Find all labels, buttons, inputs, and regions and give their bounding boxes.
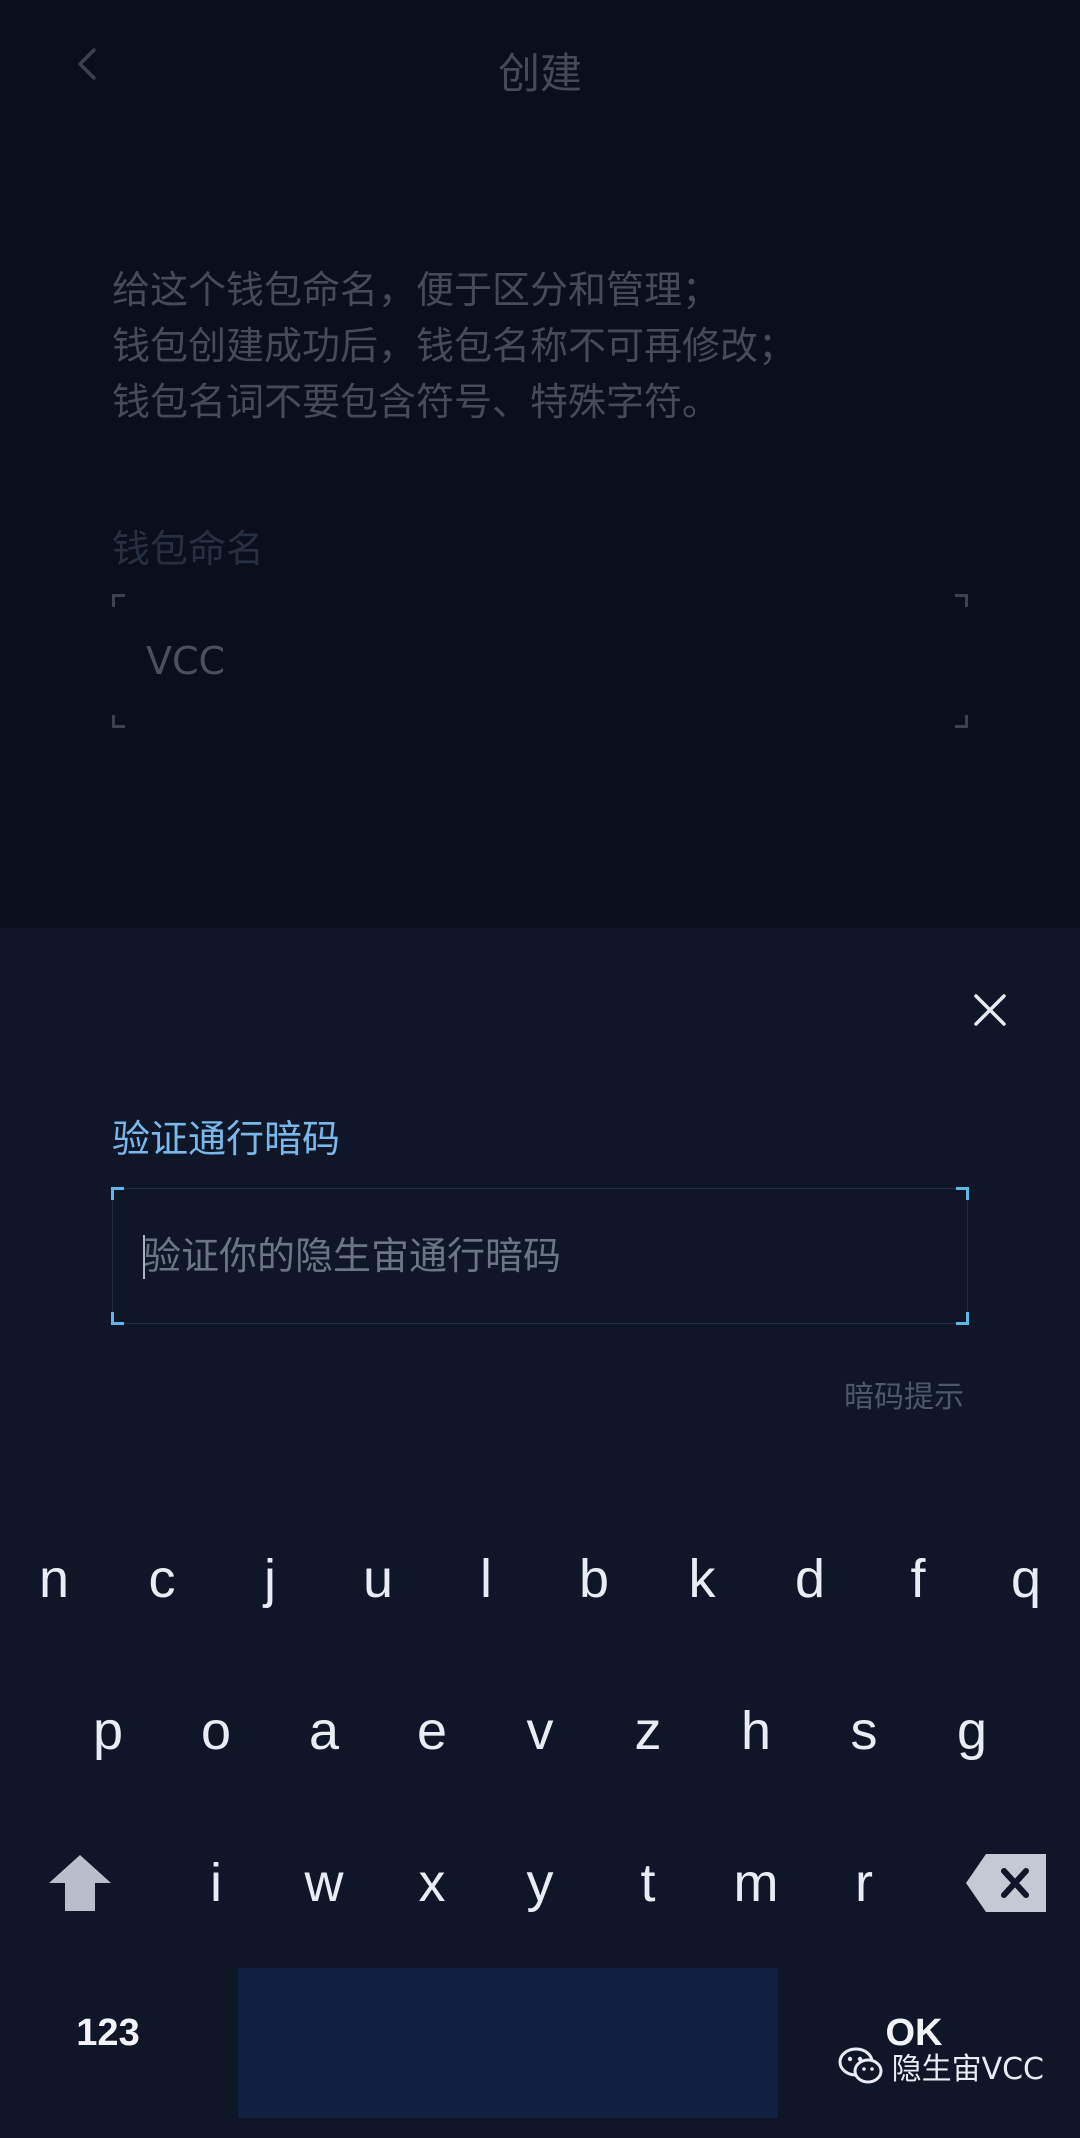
key[interactable]: r	[814, 1828, 914, 1938]
close-icon	[974, 994, 1006, 1026]
verify-passcode-sheet: 验证通行暗码 暗码提示 n c j u l b k d f q p o a e …	[0, 928, 1080, 2138]
key[interactable]: z	[598, 1676, 698, 1786]
field-corner	[956, 1312, 969, 1325]
key[interactable]: d	[760, 1524, 860, 1634]
passcode-hint-link[interactable]: 暗码提示	[844, 1372, 964, 1416]
passcode-input[interactable]	[143, 1189, 933, 1323]
key[interactable]: x	[382, 1828, 482, 1938]
key[interactable]: t	[598, 1828, 698, 1938]
field-corner	[111, 1312, 124, 1325]
key[interactable]: j	[220, 1524, 320, 1634]
keyboard-row-2: p o a e v z h s g	[0, 1676, 1080, 1786]
key[interactable]: b	[544, 1524, 644, 1634]
keyboard-row-1: n c j u l b k d f q	[0, 1524, 1080, 1634]
key[interactable]: u	[328, 1524, 428, 1634]
key[interactable]: f	[868, 1524, 968, 1634]
wallet-name-field[interactable]: VCC	[112, 594, 968, 728]
instruction-line: 钱包创建成功后，钱包名称不可再修改；	[112, 324, 797, 368]
backspace-icon	[966, 1854, 1046, 1912]
key[interactable]: h	[706, 1676, 806, 1786]
keyboard-row-3: i w x y t m r	[0, 1828, 1080, 1938]
close-button[interactable]	[960, 980, 1020, 1040]
text-cursor	[143, 1235, 145, 1279]
space-key[interactable]	[238, 1968, 778, 2118]
wechat-icon	[838, 2047, 883, 2084]
instruction-line: 钱包名词不要包含符号、特殊字符。	[112, 380, 721, 424]
verify-passcode-title: 验证通行暗码	[112, 1117, 341, 1161]
key[interactable]: l	[436, 1524, 536, 1634]
key[interactable]: p	[58, 1676, 158, 1786]
passcode-field[interactable]	[111, 1187, 969, 1325]
backspace-key[interactable]	[956, 1828, 1056, 1938]
key[interactable]: g	[922, 1676, 1022, 1786]
wallet-name-label: 钱包命名	[112, 527, 265, 571]
key[interactable]: c	[112, 1524, 212, 1634]
field-corner	[955, 594, 968, 607]
key[interactable]: a	[274, 1676, 374, 1786]
instruction-line: 给这个钱包命名，便于区分和管理；	[112, 268, 721, 312]
field-corner	[956, 1187, 969, 1200]
key[interactable]: y	[490, 1828, 590, 1938]
field-corner	[955, 715, 968, 728]
watermark-text: 隐生宙VCC	[891, 2052, 1044, 2087]
key[interactable]: m	[706, 1828, 806, 1938]
key[interactable]: q	[976, 1524, 1076, 1634]
create-wallet-page: 创建 给这个钱包命名，便于区分和管理； 钱包创建成功后，钱包名称不可再修改； 钱…	[0, 0, 1080, 928]
key[interactable]: v	[490, 1676, 590, 1786]
field-corner	[111, 1187, 124, 1200]
wallet-naming-instructions: 给这个钱包命名，便于区分和管理； 钱包创建成功后，钱包名称不可再修改； 钱包名词…	[112, 262, 992, 430]
numbers-key[interactable]: 123	[48, 1978, 168, 2088]
wechat-watermark: 隐生宙VCC	[838, 2044, 1044, 2088]
field-corner	[112, 594, 125, 607]
key[interactable]: w	[274, 1828, 374, 1938]
wallet-name-value: VCC	[146, 639, 226, 683]
shift-key[interactable]	[30, 1828, 130, 1938]
key[interactable]: n	[4, 1524, 104, 1634]
shift-up-arrow-icon	[49, 1855, 111, 1911]
key[interactable]: s	[814, 1676, 914, 1786]
field-corner	[112, 715, 125, 728]
key[interactable]: k	[652, 1524, 752, 1634]
key[interactable]: o	[166, 1676, 266, 1786]
key[interactable]: e	[382, 1676, 482, 1786]
page-title: 创建	[497, 49, 582, 98]
key[interactable]: i	[166, 1828, 266, 1938]
